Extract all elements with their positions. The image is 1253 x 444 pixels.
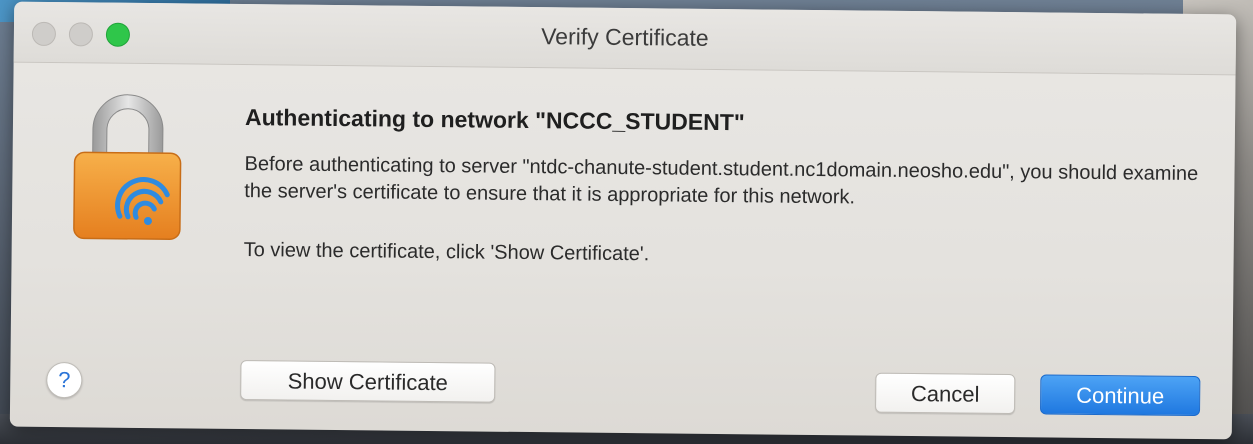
lock-wifi-icon	[73, 94, 182, 241]
continue-button[interactable]: Continue	[1039, 374, 1201, 417]
show-certificate-button[interactable]: Show Certificate	[240, 360, 496, 403]
dialog-heading: Authenticating to network "NCCC_STUDENT"	[244, 104, 745, 136]
verify-certificate-dialog: Verify Certificate Authenticating to net…	[9, 1, 1237, 440]
dialog-content: Authenticating to network "NCCC_STUDENT"…	[244, 104, 1206, 274]
help-button[interactable]: ?	[46, 361, 83, 399]
title-bar: Verify Certificate	[13, 1, 1237, 76]
dialog-instruction: To view the certificate, click 'Show Cer…	[243, 239, 650, 266]
dialog-message: Before authenticating to server "ntdc-ch…	[244, 153, 1199, 209]
window-title: Verify Certificate	[541, 23, 709, 51]
cancel-button[interactable]: Cancel	[875, 372, 1016, 415]
